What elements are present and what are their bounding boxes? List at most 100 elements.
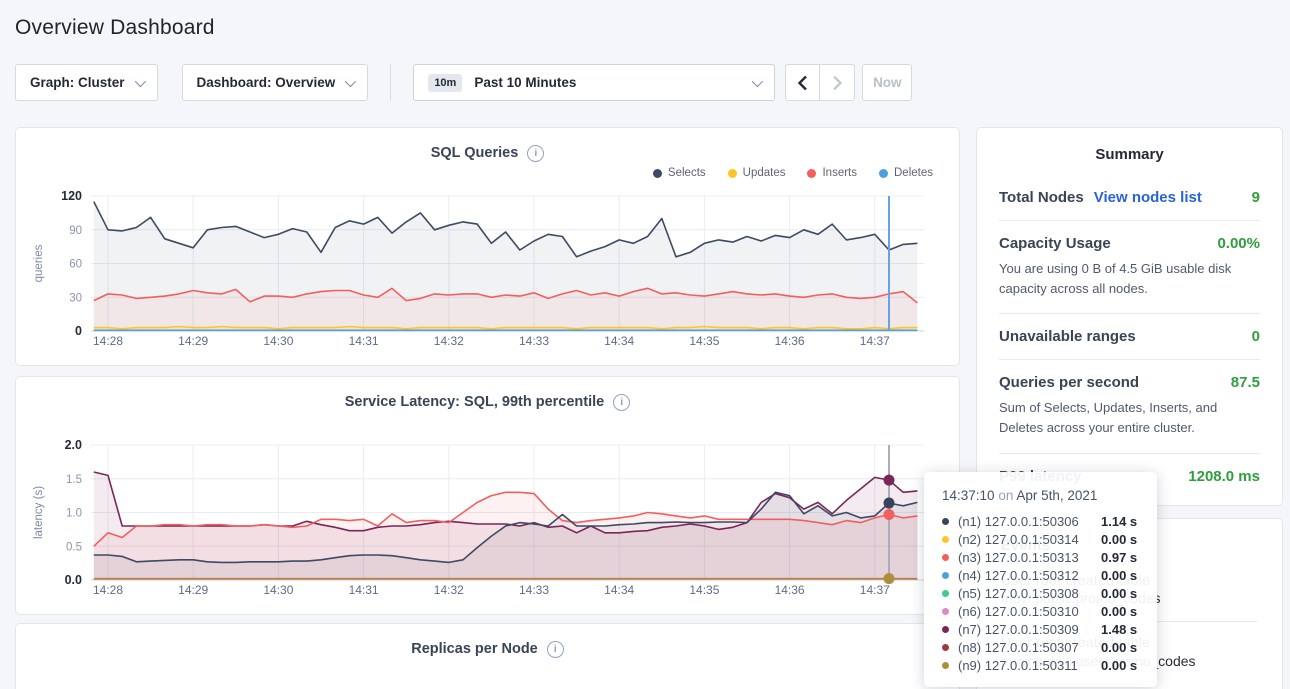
- tooltip-node-label: (n7) 127.0.0.1:50309: [958, 622, 1101, 637]
- svg-text:14:37: 14:37: [860, 334, 890, 348]
- info-icon[interactable]: i: [547, 641, 564, 658]
- legend-item[interactable]: Inserts: [807, 167, 857, 179]
- summary-row: Queries per second 87.5 Sum of Selects, …: [999, 360, 1260, 453]
- time-range-selector[interactable]: 10m Past 10 Minutes: [413, 64, 775, 101]
- svg-text:14:36: 14:36: [775, 334, 805, 348]
- summary-row-description: You are using 0 B of 4.5 GiB usable disk…: [999, 259, 1260, 299]
- time-nav-buttons: [785, 64, 855, 101]
- svg-text:14:34: 14:34: [604, 334, 634, 348]
- tooltip-node-label: (n2) 127.0.0.1:50314: [958, 532, 1101, 547]
- legend-dot-icon: [879, 169, 888, 178]
- dashboard-label: Dashboard: Overview: [197, 75, 336, 90]
- service-latency-panel: Service Latency: SQL, 99th percentile i …: [15, 376, 960, 615]
- tooltip-node-row: (n8) 127.0.0.1:50307 0.00 s: [942, 638, 1139, 656]
- tooltip-node-row: (n9) 127.0.0.1:50311 0.00 s: [942, 656, 1139, 674]
- svg-text:14:30: 14:30: [263, 583, 293, 597]
- tooltip-node-label: (n6) 127.0.0.1:50310: [958, 604, 1101, 619]
- svg-text:14:28: 14:28: [93, 334, 123, 348]
- tooltip-node-label: (n5) 127.0.0.1:50308: [958, 586, 1101, 601]
- chevron-down-icon: [752, 75, 763, 86]
- tooltip-node-label: (n9) 127.0.0.1:50311: [958, 658, 1101, 673]
- info-icon[interactable]: i: [613, 394, 630, 411]
- tooltip-date: Apr 5th, 2021: [1016, 488, 1097, 503]
- tooltip-node-value: 1.14 s: [1101, 514, 1137, 529]
- svg-text:queries: queries: [33, 244, 45, 282]
- series-dot-icon: [942, 626, 949, 633]
- legend-item[interactable]: Selects: [653, 167, 706, 179]
- summary-panel: Summary Total Nodes View nodes list 9: [976, 127, 1283, 506]
- svg-text:14:29: 14:29: [178, 334, 208, 348]
- graph-scope-dropdown[interactable]: Graph: Cluster: [15, 64, 158, 101]
- tooltip-node-label: (n4) 127.0.0.1:50312: [958, 568, 1101, 583]
- overview-dashboard-page: Overview Dashboard Graph: Cluster Dashbo…: [0, 0, 1290, 689]
- tooltip-node-value: 0.00 s: [1101, 604, 1137, 619]
- series-dot-icon: [942, 536, 949, 543]
- chevron-down-icon: [134, 75, 145, 86]
- svg-text:14:28: 14:28: [93, 583, 123, 597]
- dashboard-controls: Graph: Cluster Dashboard: Overview 10m P…: [15, 64, 1290, 101]
- chart-hover-tooltip: 14:37:10 on Apr 5th, 2021 (n1) 127.0.0.1…: [924, 472, 1157, 687]
- service-latency-title: Service Latency: SQL, 99th percentile: [345, 394, 605, 410]
- summary-row: Unavailable ranges 0: [999, 314, 1260, 360]
- svg-text:2.0: 2.0: [65, 438, 82, 452]
- tooltip-node-value: 1.48 s: [1101, 622, 1137, 637]
- series-dot-icon: [942, 662, 949, 669]
- svg-text:14:35: 14:35: [689, 334, 719, 348]
- series-dot-icon: [942, 554, 949, 561]
- legend-label: Updates: [743, 167, 786, 179]
- time-prev-button[interactable]: [785, 64, 820, 101]
- summary-row-value: 1208.0 ms: [1188, 468, 1260, 485]
- view-nodes-list-link[interactable]: View nodes list: [1094, 189, 1202, 206]
- svg-text:14:31: 14:31: [349, 334, 379, 348]
- svg-text:1.5: 1.5: [66, 474, 82, 486]
- svg-text:60: 60: [69, 259, 82, 271]
- chevron-down-icon: [345, 75, 356, 86]
- tooltip-rows: (n1) 127.0.0.1:50306 1.14 s (n2) 127.0.0…: [942, 512, 1139, 674]
- svg-text:14:33: 14:33: [519, 583, 549, 597]
- svg-text:0: 0: [75, 324, 82, 338]
- svg-text:120: 120: [61, 189, 82, 203]
- series-dot-icon: [942, 572, 949, 579]
- tooltip-node-value: 0.97 s: [1101, 550, 1137, 565]
- summary-row-value: 0: [1252, 328, 1260, 345]
- tooltip-node-value: 0.00 s: [1101, 658, 1137, 673]
- tooltip-node-row: (n7) 127.0.0.1:50309 1.48 s: [942, 620, 1139, 638]
- legend-dot-icon: [728, 169, 737, 178]
- service-latency-chart[interactable]: 14:2814:2914:3014:3114:3214:3314:3414:35…: [28, 431, 949, 601]
- summary-row-label: Queries per second: [999, 374, 1139, 391]
- tooltip-node-value: 0.00 s: [1101, 568, 1137, 583]
- legend-dot-icon: [653, 169, 662, 178]
- tooltip-node-label: (n8) 127.0.0.1:50307: [958, 640, 1101, 655]
- summary-row-label: Total Nodes: [999, 189, 1084, 206]
- tooltip-node-value: 0.00 s: [1101, 640, 1137, 655]
- sql-queries-legend: Selects Updates Inserts: [28, 164, 947, 182]
- svg-text:14:32: 14:32: [434, 334, 464, 348]
- svg-text:0.0: 0.0: [65, 573, 82, 587]
- summary-row: Capacity Usage 0.00% You are using 0 B o…: [999, 221, 1260, 314]
- info-icon[interactable]: i: [527, 145, 544, 162]
- svg-text:14:33: 14:33: [519, 334, 549, 348]
- chevron-left-icon: [797, 75, 808, 91]
- replicas-per-node-panel: Replicas per Node i: [15, 623, 960, 689]
- svg-text:14:32: 14:32: [434, 583, 464, 597]
- tooltip-on-word: on: [998, 488, 1013, 503]
- sql-queries-title: SQL Queries: [431, 145, 519, 161]
- summary-row-value: 0.00%: [1217, 235, 1260, 252]
- sql-queries-chart[interactable]: 14:2814:2914:3014:3114:3214:3314:3414:35…: [28, 182, 949, 352]
- legend-label: Deletes: [894, 167, 933, 179]
- now-button[interactable]: Now: [862, 64, 912, 101]
- sql-queries-panel: SQL Queries i Selects Updates: [15, 127, 960, 366]
- tooltip-time: 14:37:10: [942, 488, 995, 503]
- series-dot-icon: [942, 608, 949, 615]
- svg-text:1.0: 1.0: [66, 508, 82, 520]
- legend-item[interactable]: Updates: [728, 167, 786, 179]
- summary-row-description: Sum of Selects, Updates, Inserts, and De…: [999, 398, 1260, 438]
- summary-title: Summary: [999, 146, 1260, 163]
- time-range-label: Past 10 Minutes: [474, 75, 740, 90]
- legend-item[interactable]: Deletes: [879, 167, 933, 179]
- dashboard-dropdown[interactable]: Dashboard: Overview: [182, 64, 369, 101]
- time-next-button[interactable]: [820, 64, 855, 101]
- summary-row-label: Unavailable ranges: [999, 328, 1136, 345]
- svg-text:14:31: 14:31: [349, 583, 379, 597]
- legend-dot-icon: [807, 169, 816, 178]
